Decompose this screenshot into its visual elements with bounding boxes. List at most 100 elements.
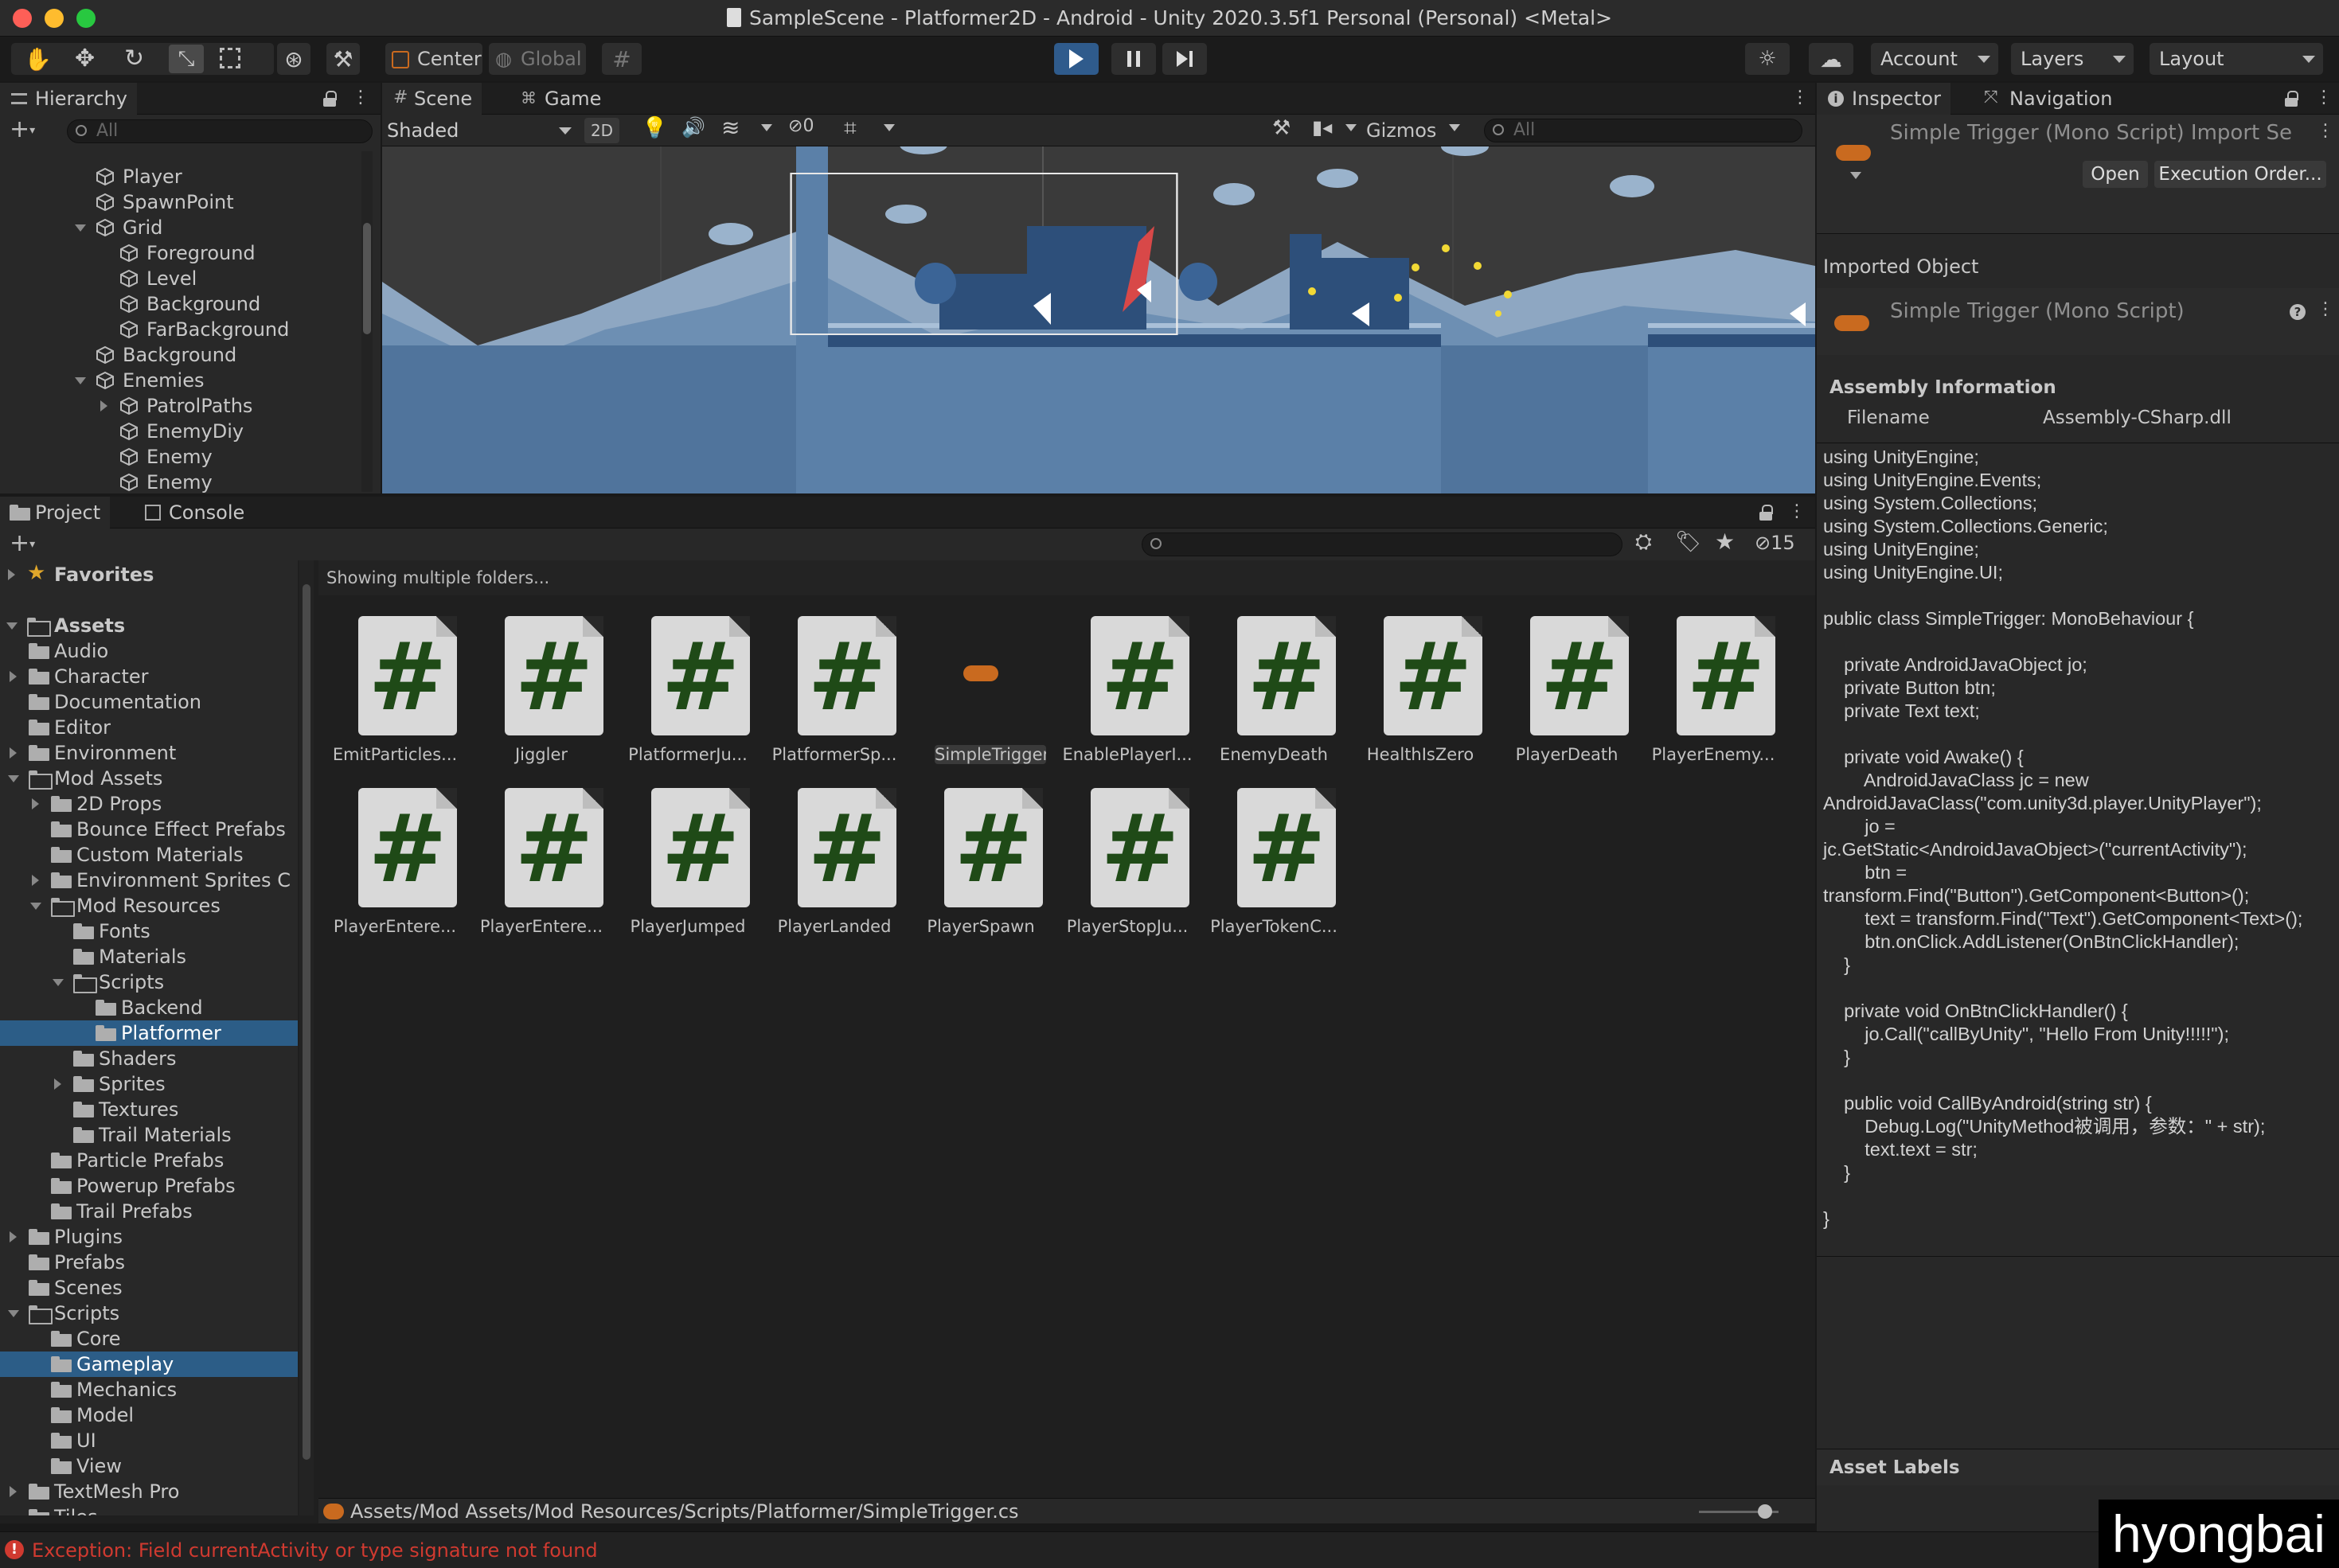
label-icon[interactable]: 🏷 (1675, 530, 1701, 554)
effects-icon[interactable]: ≋ (721, 115, 740, 141)
more-options-icon[interactable]: ⋮ (1788, 503, 1806, 522)
folder-item[interactable]: Custom Materials (0, 842, 298, 868)
chevron-down-icon[interactable] (1850, 172, 1861, 179)
chevron-right-icon[interactable] (100, 400, 107, 412)
tab-hierarchy[interactable]: Hierarchy (0, 83, 138, 115)
asset-tile[interactable]: SimpleTrigger (909, 616, 1052, 783)
asset-tile[interactable]: # PlayerEntere... (323, 788, 467, 955)
hierarchy-item[interactable]: FarBackground (0, 317, 360, 342)
asset-tile[interactable]: # PlayerSpawn (909, 788, 1052, 955)
tab-scene[interactable]: # Scene (382, 83, 482, 115)
move-tool-icon[interactable]: ✥ (75, 45, 95, 72)
create-asset-button[interactable]: +▾ (10, 532, 35, 556)
tab-project[interactable]: Project (0, 497, 111, 529)
hierarchy-item[interactable]: Level (0, 266, 360, 291)
folder-item[interactable]: Scripts (0, 1301, 298, 1326)
pivot-center-toggle[interactable]: Center (385, 43, 482, 75)
chevron-right-icon[interactable] (54, 1078, 61, 1090)
folder-item[interactable]: Environment Sprites C (0, 868, 298, 893)
scale-tool-icon[interactable]: ⤡ (169, 45, 204, 73)
folder-item[interactable]: Shaders (0, 1046, 298, 1071)
filter-type-icon[interactable]: ⛭ (1635, 530, 1652, 555)
layers-dropdown[interactable]: Layers (2011, 43, 2134, 75)
hidden-packages-icon[interactable]: ⊘15 (1755, 532, 1795, 554)
chevron-right-icon[interactable] (10, 671, 17, 682)
asset-tile[interactable]: # PlayerEntere... (470, 788, 613, 955)
chevron-down-icon[interactable] (53, 979, 64, 986)
assets-row[interactable]: Assets (0, 613, 298, 638)
folder-item[interactable]: 2D Props (0, 791, 298, 817)
hierarchy-scrollbar[interactable] (361, 151, 373, 492)
grid-snap-icon[interactable]: # (602, 43, 642, 75)
gizmos-dropdown[interactable]: Gizmos (1366, 118, 1443, 143)
tab-inspector[interactable]: i Inspector (1817, 83, 1950, 115)
zoom-slider-thumb[interactable] (1758, 1504, 1772, 1519)
more-options-icon[interactable]: ⋮ (1791, 89, 1809, 108)
folder-item[interactable]: Gameplay (0, 1352, 298, 1377)
favorite-star-icon[interactable]: ★ (1715, 529, 1735, 555)
chevron-right-icon[interactable] (32, 875, 39, 886)
folder-item[interactable]: Trail Prefabs (0, 1199, 298, 1224)
chevron-down-icon[interactable] (8, 775, 19, 782)
asset-tile[interactable]: # PlayerLanded (763, 788, 906, 955)
visibility-icon[interactable]: ⊘0 (788, 116, 814, 136)
play-button[interactable] (1054, 43, 1099, 75)
rotate-tool-icon[interactable]: ↻ (124, 45, 144, 72)
tab-game[interactable]: ⌘ Game (510, 83, 611, 115)
folder-item[interactable]: Prefabs (0, 1250, 298, 1275)
folder-item[interactable]: Mod Assets (0, 766, 298, 791)
asset-tile[interactable]: # PlayerDeath (1495, 616, 1638, 783)
tools-icon[interactable]: ⚒ (1272, 116, 1291, 140)
folder-tree-scrollbar[interactable] (299, 560, 314, 1515)
grid-visibility-icon[interactable]: ⌗ (844, 115, 857, 142)
shading-mode-dropdown[interactable]: Shaded (387, 118, 580, 143)
folder-item[interactable]: Editor (0, 715, 298, 740)
favorites-row[interactable]: ★ Favorites (0, 561, 298, 587)
folder-item[interactable]: Mod Resources (0, 893, 298, 919)
folder-item[interactable]: Backend (0, 995, 298, 1020)
status-bar[interactable]: ! Exception: Field currentActivity or ty… (0, 1531, 2339, 1568)
help-icon[interactable]: ? (2290, 304, 2306, 320)
folder-item[interactable]: Documentation (0, 689, 298, 715)
services-icon[interactable]: ☼ (1745, 43, 1790, 75)
hierarchy-item[interactable]: SpawnPoint (0, 189, 360, 215)
chevron-right-icon[interactable] (10, 1486, 17, 1497)
folder-item[interactable]: Environment (0, 740, 298, 766)
folder-item[interactable]: Model (0, 1402, 298, 1428)
folder-item[interactable]: Sprites (0, 1071, 298, 1097)
chevron-down-icon[interactable] (1345, 124, 1357, 131)
chevron-right-icon[interactable] (32, 798, 39, 809)
hierarchy-item[interactable]: Background (0, 291, 360, 317)
folder-item[interactable]: TextMesh Pro (0, 1479, 298, 1504)
more-options-icon[interactable]: ⋮ (352, 89, 369, 108)
hierarchy-item[interactable]: Background (0, 342, 360, 368)
hierarchy-item[interactable]: Foreground (0, 240, 360, 266)
asset-tile[interactable]: # EnemyDeath (1202, 616, 1345, 783)
more-options-icon[interactable]: ⋮ (2315, 89, 2333, 108)
asset-tile[interactable]: # PlayerJumped (616, 788, 759, 955)
scene-viewport[interactable] (382, 146, 1815, 493)
folder-item[interactable]: Character (0, 664, 298, 689)
folder-item[interactable]: Plugins (0, 1224, 298, 1250)
tab-console[interactable]: Console (134, 497, 254, 529)
lighting-icon[interactable]: 💡 (642, 116, 667, 140)
folder-item[interactable]: Tiles (0, 1504, 298, 1515)
folder-item[interactable]: Fonts (0, 919, 298, 944)
hierarchy-item[interactable]: EnemyDiy (0, 419, 360, 444)
chevron-down-icon[interactable] (1449, 124, 1460, 131)
2d-toggle[interactable]: 2D (584, 118, 619, 143)
rect-tool-icon[interactable] (220, 48, 240, 68)
hierarchy-item[interactable]: Enemy (0, 470, 360, 493)
chevron-down-icon[interactable] (884, 124, 895, 131)
pause-button[interactable] (1111, 43, 1156, 75)
folder-item[interactable]: View (0, 1453, 298, 1479)
chevron-right-icon[interactable] (10, 747, 17, 759)
folder-item[interactable]: Powerup Prefabs (0, 1173, 298, 1199)
audio-icon[interactable]: 🔊 (681, 116, 705, 138)
account-dropdown[interactable]: Account (1871, 43, 1998, 75)
asset-tile[interactable]: # PlayerEnemy... (1642, 616, 1785, 783)
hierarchy-item[interactable]: Grid (0, 215, 360, 240)
chevron-down-icon[interactable] (75, 377, 86, 384)
lock-icon[interactable] (323, 91, 337, 107)
folder-item[interactable]: Mechanics (0, 1377, 298, 1402)
